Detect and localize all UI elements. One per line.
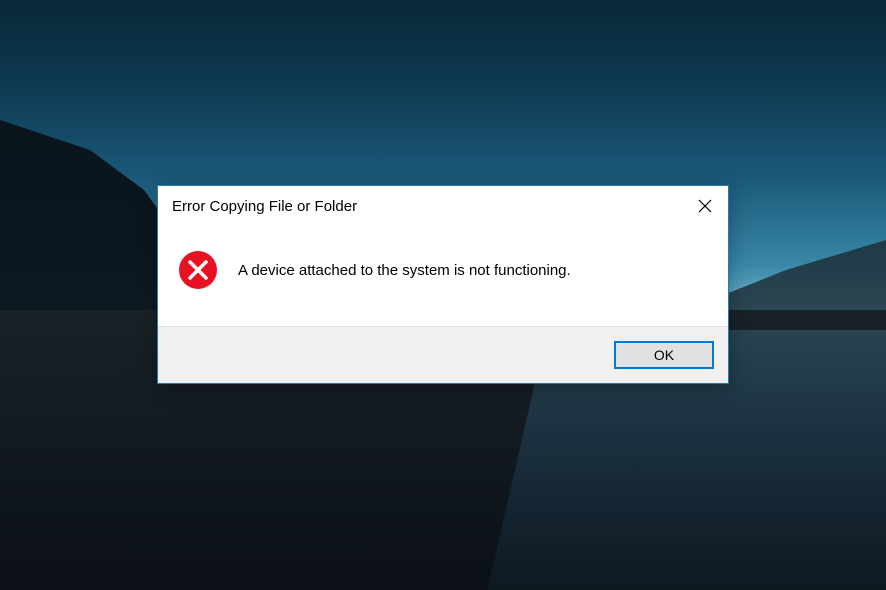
dialog-titlebar[interactable]: Error Copying File or Folder bbox=[158, 186, 728, 226]
close-icon bbox=[698, 199, 712, 213]
close-button[interactable] bbox=[682, 186, 728, 226]
dialog-message: A device attached to the system is not f… bbox=[238, 262, 571, 279]
wallpaper-hill-left bbox=[0, 120, 180, 320]
ok-button[interactable]: OK bbox=[614, 341, 714, 369]
error-dialog: Error Copying File or Folder A device at… bbox=[157, 185, 729, 384]
dialog-title: Error Copying File or Folder bbox=[172, 198, 357, 215]
dialog-body: A device attached to the system is not f… bbox=[158, 226, 728, 326]
error-icon bbox=[178, 250, 218, 290]
dialog-footer: OK bbox=[158, 326, 728, 383]
